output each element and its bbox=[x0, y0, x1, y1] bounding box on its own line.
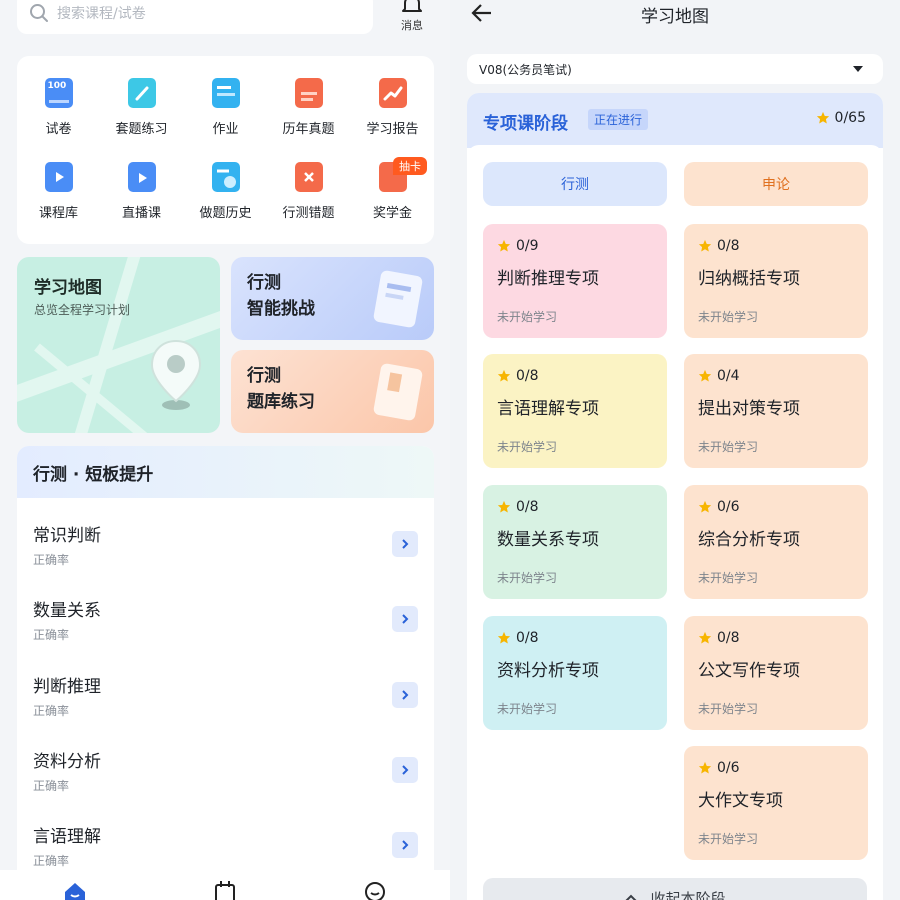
page-title: 学习地图 bbox=[641, 7, 709, 27]
collapse-stage-label: 收起本阶段 bbox=[650, 889, 726, 900]
tab-xingce[interactable]: 行测 bbox=[483, 162, 667, 206]
caret-down-icon bbox=[853, 66, 863, 72]
module-summarize[interactable]: 0/8 归纳概括专项 未开始学习 bbox=[684, 224, 868, 338]
star-icon bbox=[497, 369, 511, 382]
smart-challenge-card[interactable]: 行测 智能挑战 bbox=[231, 257, 434, 340]
question-book-icon bbox=[373, 363, 423, 421]
star-icon bbox=[698, 369, 712, 382]
tab-calendar-icon[interactable] bbox=[213, 880, 237, 900]
message-label: 消息 bbox=[401, 19, 423, 32]
module-quantitative[interactable]: 0/8 数量关系专项 未开始学习 bbox=[483, 485, 667, 599]
weak-item-general-knowledge[interactable]: 常识判断 正确率 bbox=[33, 521, 418, 591]
tab-home-icon[interactable] bbox=[62, 880, 88, 900]
grid-item-set-practice[interactable]: 套题练习 bbox=[100, 78, 183, 137]
module-comprehensive[interactable]: 0/6 综合分析专项 未开始学习 bbox=[684, 485, 868, 599]
question-bank-line2: 题库练习 bbox=[247, 392, 315, 412]
weak-item-data-analysis[interactable]: 资料分析 正确率 bbox=[33, 747, 418, 817]
star-icon bbox=[497, 239, 511, 252]
question-bank-line1: 行测 bbox=[247, 366, 281, 386]
tab-shenlun[interactable]: 申论 bbox=[684, 162, 868, 206]
location-pin-icon bbox=[150, 339, 202, 410]
wrong-answers-icon bbox=[294, 162, 323, 192]
version-select-value: V08(公务员笔试) bbox=[479, 62, 572, 77]
bottom-tab-bar bbox=[0, 870, 450, 900]
stage-title: 专项课阶段 bbox=[483, 114, 568, 134]
tab-profile-icon[interactable] bbox=[363, 880, 387, 900]
star-icon bbox=[816, 111, 829, 124]
study-map-title: 学习地图 bbox=[34, 278, 102, 298]
pencil-book-icon bbox=[127, 78, 156, 108]
question-bank-card[interactable]: 行测 题库练习 bbox=[231, 350, 434, 433]
grid-item-report[interactable]: 学习报告 bbox=[351, 78, 434, 137]
chevron-up-icon bbox=[626, 894, 637, 900]
grid-item-homework[interactable]: 作业 bbox=[184, 78, 267, 137]
video-library-icon bbox=[44, 162, 73, 192]
message-button[interactable]: 消息 bbox=[388, 0, 436, 38]
module-official-writing[interactable]: 0/8 公文写作专项 未开始学习 bbox=[684, 616, 868, 730]
search-input[interactable]: 搜索课程/试卷 bbox=[17, 0, 373, 34]
chevron-right-icon[interactable] bbox=[392, 606, 418, 632]
star-icon bbox=[698, 239, 712, 252]
search-icon bbox=[30, 4, 48, 22]
report-chart-icon bbox=[378, 78, 407, 108]
home-screen: 搜索课程/试卷 消息 100 试卷 套题练习 作业 历年真题 学习报告 课程库 … bbox=[0, 0, 450, 900]
bell-icon bbox=[402, 0, 422, 12]
exam-paper-icon: 100 bbox=[44, 78, 73, 108]
grid-item-wrong-answers[interactable]: 行测错题 bbox=[267, 162, 350, 221]
star-icon bbox=[497, 500, 511, 513]
stage-score: 0/65 bbox=[816, 110, 866, 126]
smart-challenge-line2: 智能挑战 bbox=[247, 299, 315, 319]
version-select[interactable]: V08(公务员笔试) bbox=[467, 54, 883, 84]
grid-item-history[interactable]: 做题历史 bbox=[184, 162, 267, 221]
stage-status-badge: 正在进行 bbox=[588, 109, 649, 130]
module-verbal[interactable]: 0/8 言语理解专项 未开始学习 bbox=[483, 354, 667, 468]
smart-challenge-line1: 行测 bbox=[247, 273, 281, 293]
grid-item-past-papers[interactable]: 历年真题 bbox=[267, 78, 350, 137]
history-clock-icon bbox=[211, 162, 240, 192]
module-countermeasures[interactable]: 0/4 提出对策专项 未开始学习 bbox=[684, 354, 868, 468]
grid-item-exam[interactable]: 100 试卷 bbox=[17, 78, 100, 137]
study-map-subtitle: 总览全程学习计划 bbox=[34, 303, 131, 317]
search-placeholder: 搜索课程/试卷 bbox=[57, 6, 146, 22]
weak-point-title: 行测 · 短板提升 bbox=[17, 446, 434, 498]
document-icon bbox=[373, 270, 423, 328]
module-reasoning[interactable]: 0/9 判断推理专项 未开始学习 bbox=[483, 224, 667, 338]
live-class-icon bbox=[127, 162, 156, 192]
module-essay[interactable]: 0/6 大作文专项 未开始学习 bbox=[684, 746, 868, 860]
chevron-right-icon[interactable] bbox=[392, 832, 418, 858]
chevron-right-icon[interactable] bbox=[392, 757, 418, 783]
star-icon bbox=[698, 500, 712, 513]
module-data-analysis[interactable]: 0/8 资料分析专项 未开始学习 bbox=[483, 616, 667, 730]
card-draw-badge: 抽卡 bbox=[393, 157, 427, 175]
weak-item-quantitative[interactable]: 数量关系 正确率 bbox=[33, 596, 418, 666]
weak-item-reasoning[interactable]: 判断推理 正确率 bbox=[33, 672, 418, 742]
grid-item-course-library[interactable]: 课程库 bbox=[17, 162, 100, 221]
grid-item-live-class[interactable]: 直播课 bbox=[100, 162, 183, 221]
chevron-right-icon[interactable] bbox=[392, 682, 418, 708]
star-icon bbox=[698, 631, 712, 644]
homework-icon bbox=[211, 78, 240, 108]
collapse-stage-button[interactable]: 收起本阶段 bbox=[483, 878, 867, 900]
star-icon bbox=[497, 631, 511, 644]
star-icon bbox=[698, 761, 712, 774]
past-papers-icon bbox=[294, 78, 323, 108]
study-map-card[interactable]: 学习地图 总览全程学习计划 bbox=[17, 257, 220, 433]
chevron-right-icon[interactable] bbox=[392, 531, 418, 557]
